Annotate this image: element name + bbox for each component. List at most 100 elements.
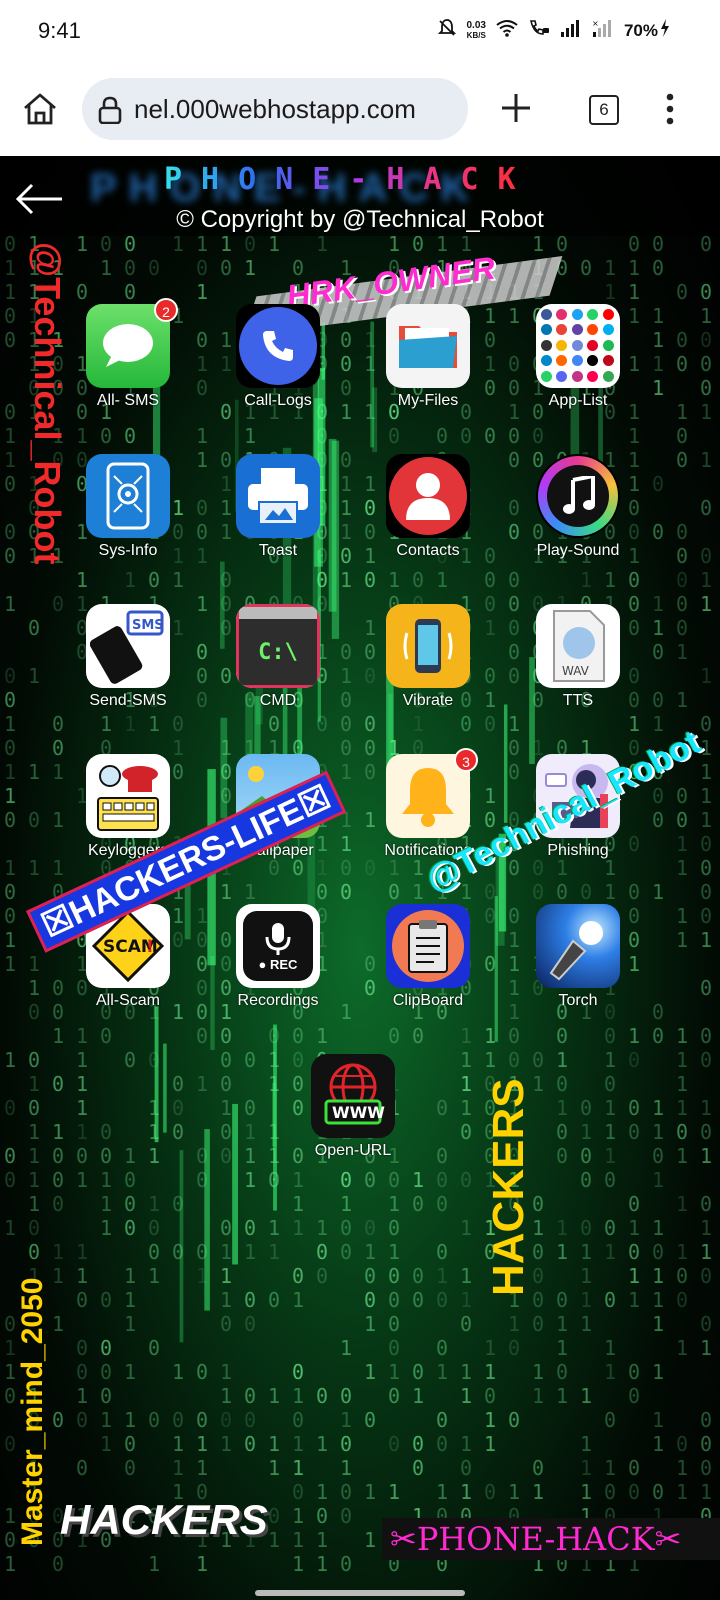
svg-text:0: 0 bbox=[556, 1024, 568, 1048]
svg-text:1: 1 bbox=[580, 1432, 592, 1456]
svg-text:0: 0 bbox=[700, 352, 712, 376]
svg-text:1: 1 bbox=[556, 1216, 568, 1240]
app-all-sms[interactable]: 2 All- SMS bbox=[53, 298, 203, 424]
svg-text:0: 0 bbox=[4, 736, 16, 760]
svg-text:1: 1 bbox=[124, 1264, 136, 1288]
svg-text:0: 0 bbox=[700, 856, 712, 880]
app-tts[interactable]: WAV TTS bbox=[503, 604, 653, 724]
svg-text:1: 1 bbox=[148, 1192, 160, 1216]
svg-text:1: 1 bbox=[52, 1240, 64, 1264]
svg-text:0: 0 bbox=[268, 1504, 280, 1528]
app-sys-info[interactable]: Sys-Info bbox=[53, 454, 203, 574]
svg-text:1: 1 bbox=[4, 592, 16, 616]
app-app-list[interactable]: App-List bbox=[503, 304, 653, 424]
svg-text:1: 1 bbox=[700, 592, 712, 616]
svg-text:1: 1 bbox=[28, 952, 40, 976]
svg-text:1: 1 bbox=[4, 256, 16, 280]
svg-text:0: 0 bbox=[460, 1168, 472, 1192]
svg-text:1: 1 bbox=[364, 1240, 376, 1264]
app-call-logs[interactable]: Call-Logs bbox=[203, 304, 353, 424]
svg-text:1: 1 bbox=[52, 1024, 64, 1048]
more-menu-button[interactable] bbox=[660, 92, 680, 126]
svg-text:1: 1 bbox=[76, 1096, 88, 1120]
svg-text:0: 0 bbox=[316, 1264, 328, 1288]
svg-text:0: 0 bbox=[124, 1456, 136, 1480]
app-my-files[interactable]: My-Files bbox=[353, 304, 503, 424]
svg-text:0: 0 bbox=[388, 1216, 400, 1240]
svg-text:1: 1 bbox=[292, 1384, 304, 1408]
svg-text:0: 0 bbox=[532, 1048, 544, 1072]
app-contacts[interactable]: Contacts bbox=[353, 454, 503, 574]
app-send-sms[interactable]: SMS Send-SMS bbox=[53, 604, 203, 724]
svg-text:1: 1 bbox=[268, 1384, 280, 1408]
home-icon bbox=[24, 93, 56, 125]
svg-text:0: 0 bbox=[4, 544, 16, 568]
url-bar[interactable]: nel.000webhostapp.com bbox=[82, 78, 468, 140]
svg-text:0: 0 bbox=[4, 880, 16, 904]
svg-text:0: 0 bbox=[244, 1408, 256, 1432]
gesture-bar[interactable] bbox=[255, 1590, 465, 1596]
svg-text:0: 0 bbox=[244, 1216, 256, 1240]
svg-text:0: 0 bbox=[508, 1048, 520, 1072]
lock-icon bbox=[96, 96, 124, 125]
svg-text:1: 1 bbox=[388, 1480, 400, 1504]
svg-text:0: 0 bbox=[124, 1048, 136, 1072]
tab-switcher-button[interactable]: 6 bbox=[589, 95, 619, 125]
svg-text:0: 0 bbox=[388, 1288, 400, 1312]
svg-text:1: 1 bbox=[604, 880, 616, 904]
svg-text:1: 1 bbox=[4, 1360, 16, 1384]
svg-text:1: 1 bbox=[604, 1096, 616, 1120]
svg-text:0: 0 bbox=[412, 1192, 424, 1216]
svg-text:1: 1 bbox=[604, 1144, 616, 1168]
svg-text:1: 1 bbox=[700, 448, 712, 472]
svg-text:0: 0 bbox=[292, 1264, 304, 1288]
svg-text:1: 1 bbox=[52, 1312, 64, 1336]
svg-text:0: 0 bbox=[148, 1408, 160, 1432]
app-label: ClipBoard bbox=[392, 992, 464, 1009]
svg-text:0: 0 bbox=[508, 1408, 520, 1432]
app-play-sound[interactable]: Play-Sound bbox=[503, 454, 653, 574]
app-label: Play-Sound bbox=[536, 542, 620, 559]
svg-text:0: 0 bbox=[460, 1312, 472, 1336]
home-button[interactable] bbox=[20, 89, 60, 129]
svg-text:0: 0 bbox=[388, 880, 400, 904]
svg-text:1: 1 bbox=[580, 1456, 592, 1480]
svg-text:0: 0 bbox=[124, 1216, 136, 1240]
svg-text:0: 0 bbox=[604, 1216, 616, 1240]
svg-text:0: 0 bbox=[628, 1360, 640, 1384]
app-vibrate[interactable]: Vibrate bbox=[353, 604, 503, 724]
app-torch[interactable]: Torch bbox=[503, 904, 653, 1024]
svg-text:1: 1 bbox=[484, 1432, 496, 1456]
svg-text:1: 1 bbox=[220, 1264, 232, 1288]
svg-text:1: 1 bbox=[4, 448, 16, 472]
svg-text:0: 0 bbox=[652, 1144, 664, 1168]
svg-text:0: 0 bbox=[100, 1288, 112, 1312]
app-clipboard[interactable]: ClipBoard bbox=[353, 904, 503, 1024]
svg-text:1: 1 bbox=[124, 1360, 136, 1384]
svg-text:0: 0 bbox=[292, 1024, 304, 1048]
new-tab-button[interactable] bbox=[496, 88, 536, 128]
svg-text:1: 1 bbox=[244, 424, 256, 448]
app-open-url[interactable]: WWW Open-URL bbox=[278, 1054, 428, 1174]
svg-text:0: 0 bbox=[676, 1264, 688, 1288]
app-recordings[interactable]: ● REC Recordings bbox=[203, 904, 353, 1024]
svg-text:0: 0 bbox=[556, 1144, 568, 1168]
svg-text:×: × bbox=[592, 19, 599, 28]
printer-icon bbox=[236, 454, 320, 538]
svg-text:0: 0 bbox=[340, 1480, 352, 1504]
app-toast[interactable]: Toast bbox=[203, 454, 353, 574]
svg-text:0: 0 bbox=[676, 808, 688, 832]
svg-text:1: 1 bbox=[436, 1264, 448, 1288]
svg-text:0: 0 bbox=[436, 1168, 448, 1192]
svg-text:0: 0 bbox=[4, 400, 16, 424]
svg-text:1: 1 bbox=[4, 280, 16, 304]
svg-text:1: 1 bbox=[676, 904, 688, 928]
app-cmd[interactable]: C:\ CMD bbox=[203, 604, 353, 724]
signal-icon bbox=[560, 19, 582, 42]
microphone-rec-icon: ● REC bbox=[236, 904, 320, 988]
svg-text:1: 1 bbox=[76, 1240, 88, 1264]
svg-text:0: 0 bbox=[676, 328, 688, 352]
app-label: All- SMS bbox=[96, 392, 160, 409]
svg-text:1: 1 bbox=[28, 1168, 40, 1192]
svg-text:0: 0 bbox=[388, 1384, 400, 1408]
